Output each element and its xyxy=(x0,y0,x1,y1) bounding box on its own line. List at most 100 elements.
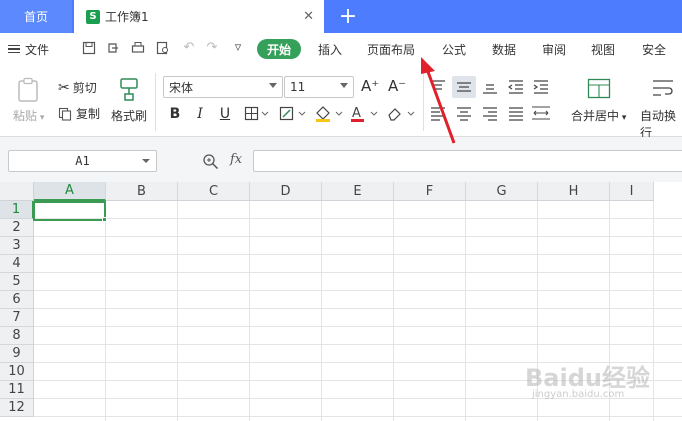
new-tab-button[interactable]: + xyxy=(335,3,361,29)
underline-button[interactable]: U xyxy=(214,104,236,124)
font-size-value: 11 xyxy=(290,80,306,94)
print-preview-icon[interactable] xyxy=(156,41,170,55)
row-header-10[interactable]: 10 xyxy=(0,363,34,381)
row-header-11[interactable]: 11 xyxy=(0,381,34,399)
tab-workbook[interactable]: S 工作簿1 ✕ xyxy=(74,0,324,33)
save-icon[interactable] xyxy=(82,41,96,55)
tab-page-layout[interactable]: 页面布局 xyxy=(367,33,415,65)
format-painter-icon[interactable] xyxy=(117,77,141,101)
undo-icon[interactable]: ↶ xyxy=(182,41,196,55)
align-right-icon[interactable] xyxy=(482,106,498,122)
paste-button[interactable]: 粘贴 ▾ xyxy=(13,107,44,124)
row-header-1[interactable]: 1 xyxy=(0,201,34,219)
distributed-align-icon[interactable] xyxy=(531,104,551,122)
row-header-2[interactable]: 2 xyxy=(0,219,34,237)
name-box[interactable]: A1 xyxy=(8,150,157,172)
grid-row-line xyxy=(34,236,682,237)
copy-icon xyxy=(58,107,72,121)
tab-workbook-label: 工作簿1 xyxy=(105,10,149,24)
grid-column-line xyxy=(393,201,394,421)
wrap-text-label[interactable]: 自动换行 xyxy=(640,107,682,141)
grid-column-line xyxy=(177,201,178,421)
redo-icon[interactable]: ↷ xyxy=(205,41,219,55)
row-header-7[interactable]: 7 xyxy=(0,309,34,327)
fx-button[interactable]: fx xyxy=(230,152,242,167)
grid-column-line xyxy=(321,201,322,421)
font-color-icon[interactable]: A xyxy=(349,104,379,124)
cut-button[interactable]: ✂ 剪切 xyxy=(58,79,97,96)
clear-format-icon[interactable] xyxy=(386,104,416,124)
merge-center-icon[interactable] xyxy=(587,78,611,100)
format-painter-label[interactable]: 格式刷 xyxy=(111,107,147,124)
grid-column-line xyxy=(105,201,106,421)
cell-reference: A1 xyxy=(75,154,90,168)
ribbon-divider xyxy=(155,73,156,131)
cell-format-icon[interactable] xyxy=(279,106,307,122)
tab-home[interactable]: 首页 xyxy=(0,0,72,33)
grid-column-line xyxy=(249,201,250,421)
row-header-12[interactable]: 12 xyxy=(0,399,34,417)
customize-toolbar-icon[interactable]: ▿ xyxy=(231,41,245,55)
close-tab-icon[interactable]: ✕ xyxy=(303,9,314,24)
paste-label: 粘贴 xyxy=(13,109,38,123)
column-header-g[interactable]: G xyxy=(466,182,538,201)
tab-data[interactable]: 数据 xyxy=(492,33,516,65)
chevron-down-icon xyxy=(340,83,348,88)
borders-icon[interactable] xyxy=(244,106,270,122)
row-header-9[interactable]: 9 xyxy=(0,345,34,363)
column-header-i[interactable]: I xyxy=(610,182,654,201)
font-size-select[interactable]: 11 xyxy=(284,76,354,98)
chevron-down-icon xyxy=(142,159,150,163)
grow-font-button[interactable]: A⁺ xyxy=(361,77,379,95)
shrink-font-button[interactable]: A⁻ xyxy=(388,77,406,95)
column-header-h[interactable]: H xyxy=(538,182,610,201)
row-header-5[interactable]: 5 xyxy=(0,273,34,291)
select-all-corner[interactable] xyxy=(0,182,34,201)
grid-row-line xyxy=(34,254,682,255)
tab-security[interactable]: 安全 xyxy=(642,33,666,65)
fill-color-icon[interactable] xyxy=(314,104,344,124)
file-menu-label: 文件 xyxy=(25,42,50,57)
tab-review[interactable]: 审阅 xyxy=(542,33,566,65)
italic-button[interactable]: I xyxy=(189,104,211,124)
tab-insert[interactable]: 插入 xyxy=(318,33,342,65)
grid-row-line xyxy=(34,344,682,345)
spreadsheet-doc-icon: S xyxy=(86,9,100,24)
row-header-3[interactable]: 3 xyxy=(0,237,34,255)
formula-input[interactable] xyxy=(253,150,682,172)
row-header-8[interactable]: 8 xyxy=(0,327,34,345)
zoom-lookup-icon[interactable] xyxy=(202,153,220,169)
column-header-f[interactable]: F xyxy=(394,182,466,201)
paste-icon[interactable] xyxy=(15,77,41,103)
copy-button[interactable]: 复制 xyxy=(58,105,100,122)
tab-view[interactable]: 视图 xyxy=(591,33,615,65)
row-header-4[interactable]: 4 xyxy=(0,255,34,273)
annotation-arrow-icon xyxy=(421,57,456,144)
column-header-e[interactable]: E xyxy=(322,182,394,201)
tab-start[interactable]: 开始 xyxy=(257,39,301,59)
file-menu-button[interactable]: 文件 xyxy=(8,33,49,65)
row-header-6[interactable]: 6 xyxy=(0,291,34,309)
align-bottom-icon[interactable] xyxy=(482,79,498,95)
wrap-text-icon[interactable] xyxy=(651,78,675,100)
grid-row-line xyxy=(34,308,682,309)
merge-center-button[interactable]: 合并居中 ▾ xyxy=(571,107,626,124)
print-icon[interactable] xyxy=(131,41,145,55)
bold-button[interactable]: B xyxy=(164,104,186,124)
increase-indent-icon[interactable] xyxy=(533,79,549,95)
column-header-b[interactable]: B xyxy=(106,182,178,201)
watermark-logo: Baidu经验 xyxy=(525,364,650,392)
fill-handle[interactable] xyxy=(102,217,107,222)
justify-icon[interactable] xyxy=(508,106,524,122)
grid-row-line xyxy=(34,416,682,417)
active-cell-a1[interactable] xyxy=(33,201,106,221)
grid-column-line xyxy=(465,201,466,421)
hamburger-icon xyxy=(8,43,20,56)
decrease-indent-icon[interactable] xyxy=(508,79,524,95)
font-family-select[interactable]: 宋体 xyxy=(163,76,283,98)
column-header-c[interactable]: C xyxy=(178,182,250,201)
grid-row-line xyxy=(34,290,682,291)
column-header-a[interactable]: A xyxy=(34,182,106,201)
column-header-d[interactable]: D xyxy=(250,182,322,201)
export-icon[interactable] xyxy=(106,41,120,55)
